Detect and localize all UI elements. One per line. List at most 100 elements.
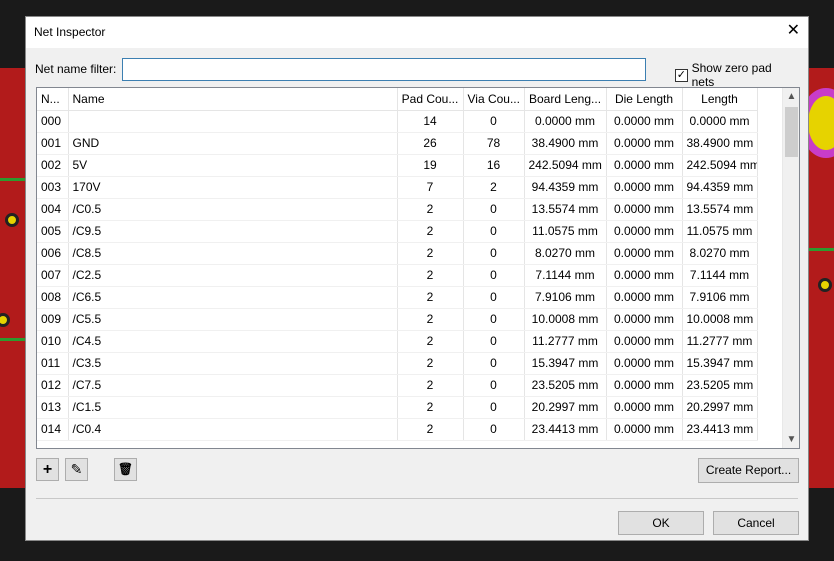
vertical-scrollbar[interactable]: ▲ ▼: [782, 88, 799, 448]
table-row[interactable]: 006/C8.5 2 0 8.0270 mm 0.0000 mm 8.0270 mm: [37, 242, 758, 265]
table-row[interactable]: 007/C2.5 2 0 7.1144 mm 0.0000 mm 7.1144 mm: [37, 264, 758, 287]
cell-via-count: 0: [463, 220, 525, 243]
title-bar: Net Inspector ✕: [26, 17, 808, 48]
cell-net-code: 005: [37, 220, 69, 243]
pcb-pad: [5, 213, 19, 227]
cell-net-code: 010: [37, 330, 69, 353]
cell-length: 0.0000 mm: [682, 110, 758, 133]
filter-row: Net name filter: ✓ Show zero pad nets: [35, 58, 794, 89]
cell-length: 38.4900 mm: [682, 132, 758, 155]
cell-die-length: 0.0000 mm: [606, 308, 683, 331]
col-header-net-code[interactable]: N...: [37, 88, 69, 111]
cell-net-code: 011: [37, 352, 69, 375]
col-header-length[interactable]: Length: [682, 88, 758, 111]
table-row[interactable]: 004/C0.5 2 0 13.5574 mm 0.0000 mm 13.5574 mm: [37, 198, 758, 221]
scroll-up-icon[interactable]: ▲: [783, 88, 799, 105]
cell-pad-count: 2: [397, 242, 464, 265]
col-header-die-length[interactable]: Die Length: [606, 88, 683, 111]
divider: [36, 498, 798, 499]
cell-net-code: 012: [37, 374, 69, 397]
cell-name: /C0.4: [68, 418, 398, 441]
table-row[interactable]: 002 5V 19 16 242.5094 mm 0.0000 mm 242.5094 mm: [37, 154, 758, 177]
delete-net-button[interactable]: 🗑: [114, 458, 137, 481]
cell-via-count: 0: [463, 264, 525, 287]
edit-net-button[interactable]: ✎: [65, 458, 88, 481]
cell-via-count: 0: [463, 396, 525, 419]
cell-pad-count: 19: [397, 154, 464, 177]
scroll-down-icon[interactable]: ▼: [783, 431, 799, 448]
col-header-board-length[interactable]: Board Leng...: [524, 88, 607, 111]
cell-name: 5V: [68, 154, 398, 177]
col-header-via-count[interactable]: Via Cou...: [463, 88, 525, 111]
cell-net-code: 001: [37, 132, 69, 155]
cell-board-length: 94.4359 mm: [524, 176, 607, 199]
cancel-button[interactable]: Cancel: [713, 511, 799, 535]
pcb-trace: [0, 338, 26, 341]
cell-pad-count: 2: [397, 330, 464, 353]
table-row[interactable]: 011/C3.5 2 0 15.3947 mm 0.0000 mm 15.3947 mm: [37, 352, 758, 375]
cell-die-length: 0.0000 mm: [606, 418, 683, 441]
table-row[interactable]: 013/C1.5 2 0 20.2997 mm 0.0000 mm 20.2997 mm: [37, 396, 758, 419]
cell-die-length: 0.0000 mm: [606, 132, 683, 155]
cell-die-length: 0.0000 mm: [606, 264, 683, 287]
cell-via-count: 0: [463, 308, 525, 331]
add-net-button[interactable]: +: [36, 458, 59, 481]
cell-pad-count: 2: [397, 198, 464, 221]
table-row[interactable]: 009/C5.5 2 0 10.0008 mm 0.0000 mm 10.0008 mm: [37, 308, 758, 331]
net-filter-input[interactable]: [122, 58, 646, 81]
cell-die-length: 0.0000 mm: [606, 176, 683, 199]
cell-die-length: 0.0000 mm: [606, 220, 683, 243]
cell-pad-count: 2: [397, 308, 464, 331]
table-row[interactable]: 014/C0.4 2 0 23.4413 mm 0.0000 mm 23.4413 mm: [37, 418, 758, 441]
ok-button[interactable]: OK: [618, 511, 704, 535]
table-row[interactable]: 003 170V 7 2 94.4359 mm 0.0000 mm 94.4359 mm: [37, 176, 758, 199]
cell-net-code: 014: [37, 418, 69, 441]
cell-net-code: 003: [37, 176, 69, 199]
cell-board-length: 7.9106 mm: [524, 286, 607, 309]
create-report-button[interactable]: Create Report...: [698, 458, 799, 483]
cell-die-length: 0.0000 mm: [606, 352, 683, 375]
cell-name: /C2.5: [68, 264, 398, 287]
cell-board-length: 23.5205 mm: [524, 374, 607, 397]
scroll-thumb[interactable]: [785, 107, 798, 157]
cell-length: 23.4413 mm: [682, 418, 758, 441]
col-header-pad-count[interactable]: Pad Cou...: [397, 88, 464, 111]
show-zero-pad-nets-checkbox[interactable]: ✓: [675, 68, 688, 82]
col-header-name[interactable]: Name: [68, 88, 398, 111]
cell-board-length: 7.1144 mm: [524, 264, 607, 287]
cell-name: /C5.5: [68, 308, 398, 331]
table-row[interactable]: 005/C9.5 2 0 11.0575 mm 0.0000 mm 11.0575 mm: [37, 220, 758, 243]
cell-pad-count: 26: [397, 132, 464, 155]
cell-board-length: 11.0575 mm: [524, 220, 607, 243]
cell-name: 170V: [68, 176, 398, 199]
cell-length: 23.5205 mm: [682, 374, 758, 397]
cell-board-length: 38.4900 mm: [524, 132, 607, 155]
net-inspector-dialog: Net Inspector ✕ Net name filter: ✓ Show …: [25, 16, 809, 541]
cell-name: /C6.5: [68, 286, 398, 309]
cell-via-count: 0: [463, 374, 525, 397]
cell-via-count: 16: [463, 154, 525, 177]
plus-icon: +: [42, 461, 53, 478]
cell-die-length: 0.0000 mm: [606, 198, 683, 221]
cell-pad-count: 14: [397, 110, 464, 133]
table-row[interactable]: 000 14 0 0.0000 mm 0.0000 mm 0.0000 mm: [37, 110, 758, 133]
close-icon[interactable]: ✕: [787, 23, 800, 39]
pcb-background-left: [0, 68, 26, 488]
cell-die-length: 0.0000 mm: [606, 396, 683, 419]
cell-name: /C9.5: [68, 220, 398, 243]
show-zero-pad-nets-toggle[interactable]: ✓ Show zero pad nets: [675, 61, 794, 89]
cell-net-code: 006: [37, 242, 69, 265]
cell-length: 20.2997 mm: [682, 396, 758, 419]
table-row[interactable]: 012/C7.5 2 0 23.5205 mm 0.0000 mm 23.5205 mm: [37, 374, 758, 397]
cell-via-count: 0: [463, 286, 525, 309]
cell-net-code: 002: [37, 154, 69, 177]
window-title: Net Inspector: [34, 25, 106, 39]
table-row[interactable]: 001 GND 26 78 38.4900 mm 0.0000 mm 38.4900 mm: [37, 132, 758, 155]
table-row[interactable]: 010/C4.5 2 0 11.2777 mm 0.0000 mm 11.2777 mm: [37, 330, 758, 353]
cell-pad-count: 2: [397, 286, 464, 309]
cell-die-length: 0.0000 mm: [606, 374, 683, 397]
cell-pad-count: 2: [397, 352, 464, 375]
cell-die-length: 0.0000 mm: [606, 110, 683, 133]
table-row[interactable]: 008/C6.5 2 0 7.9106 mm 0.0000 mm 7.9106 mm: [37, 286, 758, 309]
cell-name: /C3.5: [68, 352, 398, 375]
